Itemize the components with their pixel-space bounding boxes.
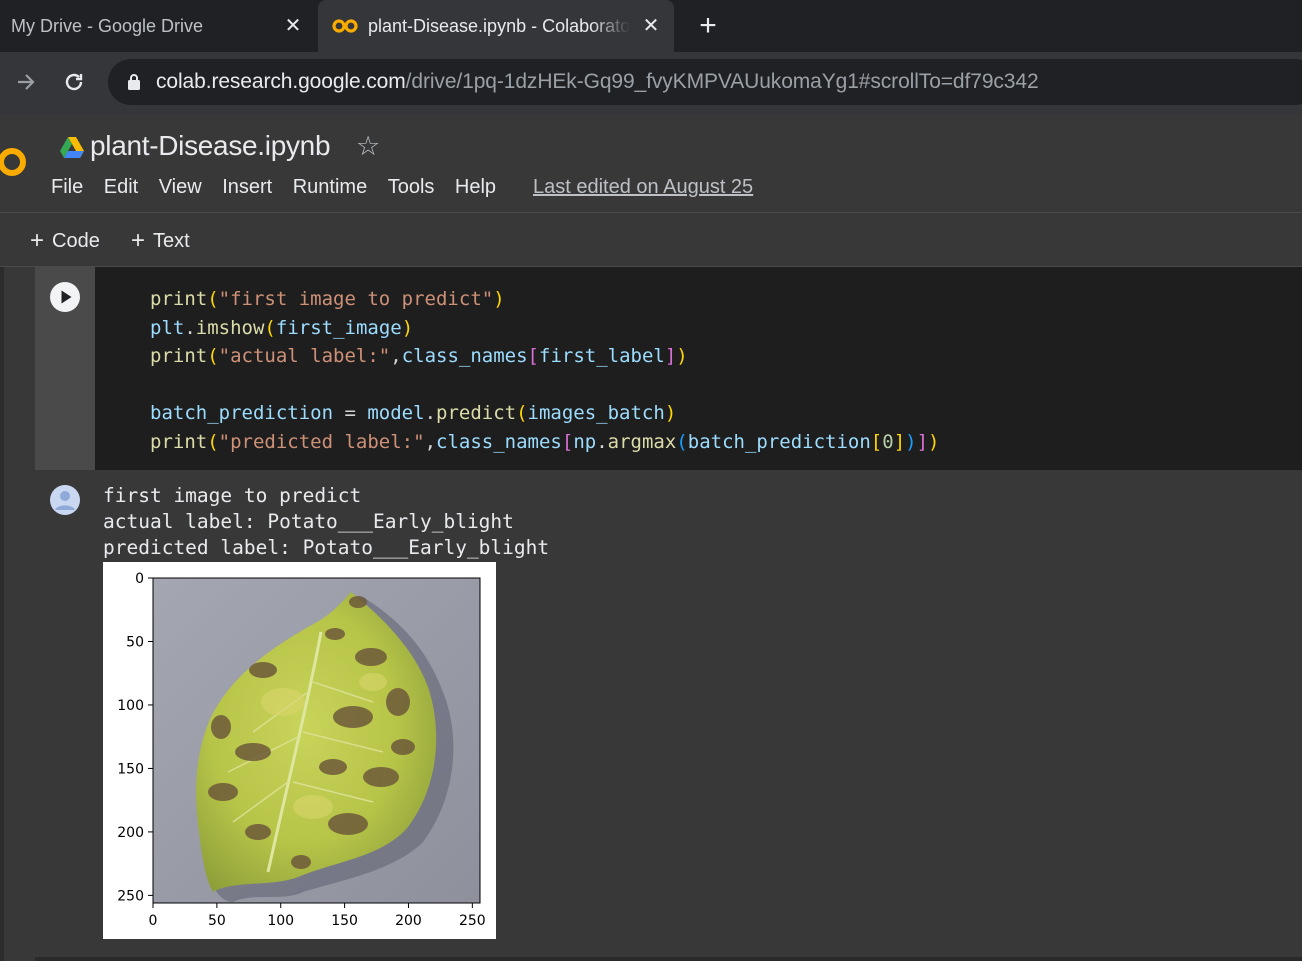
x-axis: 0 50 100 150 200 250 <box>149 903 486 929</box>
add-text-cell-button[interactable]: + Text <box>131 227 190 255</box>
code-line-2: plt.imshow(first_image) <box>150 316 414 339</box>
browser-tab-strip: My Drive - Google Drive ✕ plant-Disease.… <box>0 0 1302 52</box>
new-tab-button[interactable]: + <box>694 9 722 42</box>
menu-bar: File Edit View Insert Runtime Tools Help <box>51 176 517 199</box>
add-text-label: Text <box>153 229 190 252</box>
y-tick-label: 50 <box>126 634 144 650</box>
notebook-area: print("first image to predict") plt.imsho… <box>0 267 1302 961</box>
code-line-6: print("predicted label:",class_names[np.… <box>150 430 940 453</box>
x-tick-label: 100 <box>267 913 294 929</box>
tab-google-drive[interactable]: My Drive - Google Drive ✕ <box>0 0 316 52</box>
code-text: print("first image to predict") plt.imsho… <box>150 285 940 457</box>
y-tick-label: 250 <box>117 888 144 904</box>
output-line-2: actual label: Potato___Early_blight <box>103 510 514 533</box>
y-axis: 0 50 100 150 200 250 <box>117 571 153 904</box>
output-line-1: first image to predict <box>103 484 362 507</box>
notebook-title[interactable]: plant-Disease.ipynb <box>90 130 331 162</box>
y-tick-label: 0 <box>135 571 144 587</box>
address-bar[interactable]: colab.research.google.com/drive/1pq-1dzH… <box>108 59 1302 105</box>
menu-edit[interactable]: Edit <box>104 176 138 199</box>
last-edited-link[interactable]: Last edited on August 25 <box>533 176 753 199</box>
leaf-image <box>153 578 480 903</box>
close-tab-icon[interactable]: ✕ <box>640 14 662 37</box>
tab-title: plant-Disease.ipynb - Colaboratory <box>368 15 630 36</box>
run-cell-icon[interactable] <box>49 281 81 313</box>
lock-icon <box>128 74 140 90</box>
colab-logo-icon[interactable] <box>0 143 28 181</box>
colab-header: plant-Disease.ipynb ☆ File Edit View Ins… <box>0 114 1302 213</box>
menu-tools[interactable]: Tools <box>388 176 435 199</box>
plus-icon: + <box>131 227 146 254</box>
code-line-1: print("first image to predict") <box>150 288 505 310</box>
x-tick-label: 200 <box>395 913 422 929</box>
code-cell[interactable]: print("first image to predict") plt.imsho… <box>35 267 1302 957</box>
output-text: first image to predict actual label: Pota… <box>103 483 549 561</box>
cell-output: first image to predict actual label: Pota… <box>35 470 1302 957</box>
tab-title: My Drive - Google Drive <box>11 15 204 36</box>
star-icon[interactable]: ☆ <box>356 132 384 160</box>
x-tick-label: 50 <box>208 913 226 929</box>
forward-icon[interactable] <box>10 66 42 98</box>
x-tick-label: 0 <box>149 913 158 929</box>
cell-bottom-border <box>35 957 1302 961</box>
output-avatar-icon[interactable] <box>49 484 81 516</box>
x-tick-label: 150 <box>331 913 358 929</box>
plot-svg: 0 50 100 150 200 250 0 50 100 150 200 250 <box>117 571 486 929</box>
add-code-label: Code <box>52 229 100 252</box>
cell-gutter <box>35 267 95 470</box>
output-line-3: predicted label: Potato___Early_blight <box>103 536 550 559</box>
insert-toolbar: + Code + Text <box>0 213 1302 267</box>
imshow-plot: 0 50 100 150 200 250 0 50 100 150 200 250 <box>103 562 496 939</box>
tab-colab[interactable]: plant-Disease.ipynb - Colaboratory ✕ <box>318 0 674 52</box>
google-drive-icon[interactable] <box>60 137 84 158</box>
reload-icon[interactable] <box>58 66 90 98</box>
code-line-5: batch_prediction = model.predict(images_… <box>150 402 677 425</box>
code-editor[interactable]: print("first image to predict") plt.imsho… <box>95 267 1302 470</box>
menu-view[interactable]: View <box>159 176 202 199</box>
colab-favicon-icon <box>332 19 358 33</box>
y-tick-label: 100 <box>117 698 144 714</box>
browser-toolbar: colab.research.google.com/drive/1pq-1dzH… <box>0 52 1302 114</box>
left-rail <box>0 267 4 961</box>
add-code-cell-button[interactable]: + Code <box>30 227 100 255</box>
url-text: colab.research.google.com/drive/1pq-1dzH… <box>156 70 1039 93</box>
y-tick-label: 200 <box>117 825 144 841</box>
y-tick-label: 150 <box>117 761 144 777</box>
code-line-3: print("actual label:",class_names[first_… <box>150 345 688 368</box>
menu-help[interactable]: Help <box>455 176 496 199</box>
output-gutter <box>35 470 95 957</box>
close-tab-icon[interactable]: ✕ <box>282 14 304 37</box>
menu-file[interactable]: File <box>51 176 83 199</box>
plus-icon: + <box>30 227 45 254</box>
menu-runtime[interactable]: Runtime <box>293 176 367 199</box>
menu-insert[interactable]: Insert <box>222 176 272 199</box>
x-tick-label: 250 <box>459 913 486 929</box>
